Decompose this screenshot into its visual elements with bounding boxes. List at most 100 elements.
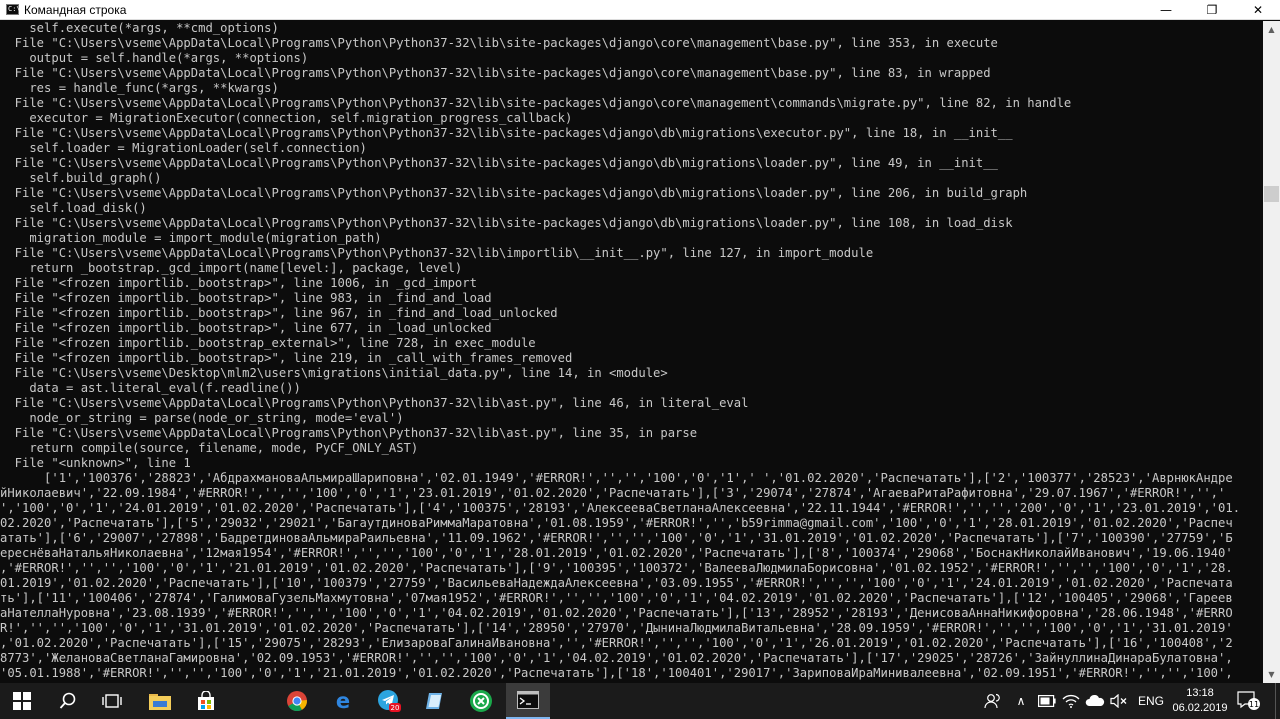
telegram-icon: 20	[378, 690, 401, 712]
console-line: res = handle_func(*args, **kwargs)	[0, 81, 279, 95]
console-line: ,'01.02.2020','Распечатать'],['15','2907…	[0, 636, 1233, 650]
wifi-icon	[1062, 694, 1080, 708]
scroll-up-icon[interactable]: ▲	[1263, 21, 1280, 38]
console-line: File "C:\Users\vseme\AppData\Local\Progr…	[0, 216, 1013, 230]
chrome-icon	[287, 691, 307, 712]
task-view-button[interactable]	[92, 683, 132, 719]
network-status[interactable]	[1060, 683, 1082, 719]
console-line: атать'],['6','29007','27898','Бадретдино…	[0, 531, 1233, 545]
green-app-icon	[470, 690, 492, 712]
folder-icon	[149, 694, 171, 710]
title-bar[interactable]: C:\ Командная строка — ❐ ✕	[0, 0, 1280, 20]
console-line: File "<frozen importlib._bootstrap>", li…	[0, 291, 492, 305]
console-line: йНиколаевич','22.09.1984','#ERROR!','','…	[0, 486, 1226, 500]
notes-app-button[interactable]	[415, 683, 455, 719]
start-button[interactable]	[0, 683, 44, 719]
console-line: File "C:\Users\vseme\AppData\Local\Progr…	[0, 246, 874, 260]
console-line: File "C:\Users\vseme\Desktop\mlm2\users\…	[0, 366, 668, 380]
console-line: data = ast.literal_eval(f.readline())	[0, 381, 301, 395]
task-view-icon	[102, 694, 122, 708]
console-line: File "C:\Users\vseme\AppData\Local\Progr…	[0, 156, 998, 170]
console-line: File "C:\Users\vseme\AppData\Local\Progr…	[0, 36, 998, 50]
window-title: Командная строка	[24, 3, 127, 17]
store-button[interactable]	[186, 683, 226, 719]
console-line: migration_module = import_module(migrati…	[0, 231, 382, 245]
console-output[interactable]: self.execute(*args, **cmd_options) File …	[0, 21, 1263, 683]
scroll-down-icon[interactable]: ▼	[1263, 666, 1280, 683]
store-bag-icon	[198, 691, 214, 710]
minimize-button[interactable]: —	[1143, 0, 1189, 20]
battery-status[interactable]	[1036, 683, 1058, 719]
console-line: File "C:\Users\vseme\AppData\Local\Progr…	[0, 66, 991, 80]
search-icon	[59, 692, 76, 709]
notifications-icon: 11	[1237, 691, 1260, 710]
console-line: File "<frozen importlib._bootstrap>", li…	[0, 321, 492, 335]
console-line: self.execute(*args, **cmd_options)	[0, 21, 279, 35]
volume-control[interactable]	[1108, 683, 1130, 719]
console-line: node_or_string = parse(node_or_string, m…	[0, 411, 404, 425]
console-line: аНателлаНуровна','23.08.1939','#ERROR!',…	[0, 606, 1233, 620]
console-line: ереснёваНатальяНиколаевна','12мая1954','…	[0, 546, 1233, 560]
scrollbar-thumb[interactable]	[1264, 186, 1279, 202]
console-line: File "<frozen importlib._bootstrap>", li…	[0, 306, 558, 320]
console-line: File "C:\Users\vseme\AppData\Local\Progr…	[0, 396, 749, 410]
notification-count: 11	[1249, 700, 1259, 709]
console-line: self.loader = MigrationLoader(self.conne…	[0, 141, 367, 155]
cloud-icon	[1085, 695, 1105, 706]
console-line: '05.01.1988','#ERROR!','','','100','0','…	[0, 666, 1233, 680]
console-line: File "C:\Users\vseme\AppData\Local\Progr…	[0, 426, 698, 440]
console-line: self.build_graph()	[0, 171, 162, 185]
console-line: File "C:\Users\vseme\AppData\Local\Progr…	[0, 126, 1013, 140]
telegram-badge: 20	[391, 704, 400, 712]
console-line: return _bootstrap._gcd_import(name[level…	[0, 261, 463, 275]
action-center-button[interactable]: 11	[1236, 683, 1262, 719]
console-line: executor = MigrationExecutor(connection,…	[0, 111, 573, 125]
command-prompt-taskbar-button[interactable]	[506, 683, 550, 719]
windows-logo-icon	[13, 692, 31, 710]
console-line: File "<frozen importlib._bootstrap>", li…	[0, 276, 477, 290]
show-hidden-icons-button[interactable]: ∧	[1010, 683, 1032, 719]
chevron-up-icon: ∧	[1016, 694, 1026, 708]
console-line: ['1','100376','28823','АбдрахмановаАльми…	[0, 471, 1233, 485]
terminal-icon	[517, 691, 539, 709]
console-line: ','100','0','1','24.01.2019','01.02.2020…	[0, 501, 1241, 515]
console-line: output = self.handle(*args, **options)	[0, 51, 309, 65]
console-line: ть'],['11','100406','27874','ГалимоваГуз…	[0, 591, 1233, 605]
taskbar: e 20 ∧ ENG 13:18 06.02.2019 11	[0, 683, 1280, 719]
console-line: R!','','','100','0','1','31.01.2019','01…	[0, 621, 1233, 635]
close-button[interactable]: ✕	[1235, 0, 1280, 20]
console-line: File "<frozen importlib._bootstrap_exter…	[0, 336, 536, 350]
cmd-icon: C:\	[6, 4, 21, 15]
telegram-button[interactable]: 20	[369, 683, 409, 719]
console-line: 01.2019','01.02.2020','Распечатать'],['1…	[0, 576, 1233, 590]
people-button[interactable]	[982, 683, 1004, 719]
edge-button[interactable]: e	[323, 683, 363, 719]
console-line: File "<unknown>", line 1	[0, 456, 191, 470]
console-line: ,'#ERROR!','','','100','0','1','21.01.20…	[0, 561, 1233, 575]
edge-icon: e	[336, 690, 350, 712]
svg-text:e: e	[336, 690, 350, 712]
console-line: 02.2020','Распечатать'],['5','29032','29…	[0, 516, 1233, 530]
maximize-button[interactable]: ❐	[1189, 0, 1235, 20]
console-line: return compile(source, filename, mode, P…	[0, 441, 419, 455]
console-line: File "C:\Users\vseme\AppData\Local\Progr…	[0, 96, 1072, 110]
console-line: File "C:\Users\vseme\AppData\Local\Progr…	[0, 186, 1028, 200]
search-button[interactable]	[48, 683, 88, 719]
input-language[interactable]: ENG	[1134, 683, 1168, 719]
speaker-muted-icon	[1110, 694, 1127, 708]
people-icon	[984, 693, 1000, 709]
system-clock[interactable]: 13:18 06.02.2019	[1170, 683, 1230, 719]
vertical-scrollbar[interactable]: ▲ ▼	[1263, 21, 1280, 683]
battery-icon	[1038, 695, 1056, 707]
chrome-button[interactable]	[277, 683, 317, 719]
console-line: 8773','ЖелановаСветланаГамировна','02.09…	[0, 651, 1233, 665]
clock-date: 06.02.2019	[1172, 702, 1228, 714]
green-app-button[interactable]	[461, 683, 501, 719]
clock-time: 13:18	[1186, 687, 1214, 699]
console-line: self.load_disk()	[0, 201, 147, 215]
onedrive-status[interactable]	[1084, 683, 1106, 719]
show-desktop-button[interactable]	[1275, 683, 1280, 719]
notebook-icon	[426, 693, 442, 709]
file-explorer-button[interactable]	[140, 683, 180, 719]
console-line: File "<frozen importlib._bootstrap>", li…	[0, 351, 573, 365]
